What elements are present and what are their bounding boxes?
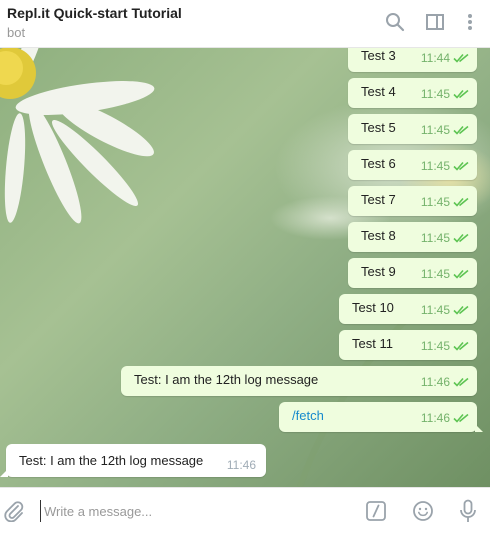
sidebar-toggle-icon[interactable] <box>425 12 445 32</box>
message-time: 11:44 <box>420 51 450 65</box>
outgoing-message[interactable]: Test: I am the 12th log message 11:46 <box>121 366 477 396</box>
read-ticks-icon <box>453 197 469 207</box>
chat-title[interactable]: Repl.it Quick-start Tutorial <box>7 5 182 21</box>
message-time: 11:45 <box>420 231 450 245</box>
chat-header: Repl.it Quick-start Tutorial bot <box>0 0 490 48</box>
microphone-icon[interactable] <box>458 499 478 528</box>
search-icon[interactable] <box>385 12 405 32</box>
read-ticks-icon <box>453 233 469 243</box>
message-text: Test 4 <box>361 84 396 99</box>
message-time: 11:45 <box>420 87 450 101</box>
message-time: 11:46 <box>420 375 450 389</box>
message-text: Test 3 <box>361 48 396 63</box>
outgoing-message[interactable]: /fetch 11:46 <box>279 402 483 432</box>
message-text: Test: I am the 12th log message <box>134 372 319 387</box>
outgoing-message[interactable]: Test 9 11:45 <box>348 258 477 288</box>
more-vert-icon[interactable] <box>460 12 480 32</box>
outgoing-message[interactable]: Test 6 11:45 <box>348 150 477 180</box>
message-list[interactable]: Test 3 11:44 Test 4 11:45 Test 5 11:45 Test 6 1… <box>0 48 490 487</box>
outgoing-message[interactable]: Test 3 11:44 <box>348 48 477 72</box>
read-ticks-icon <box>453 125 469 135</box>
message-time: 11:46 <box>420 411 450 425</box>
outgoing-message[interactable]: Test 10 11:45 <box>339 294 477 324</box>
message-text: Test 7 <box>361 192 396 207</box>
read-ticks-icon <box>453 269 469 279</box>
emoji-icon[interactable] <box>412 500 434 527</box>
incoming-message[interactable]: Test: I am the 12th log message 11:46 <box>0 444 266 477</box>
message-time: 11:45 <box>420 303 450 317</box>
message-text: Test 9 <box>361 264 396 279</box>
message-time: 11:45 <box>420 267 450 281</box>
message-time: 11:45 <box>420 195 450 209</box>
message-text: Test 8 <box>361 228 396 243</box>
message-time: 11:46 <box>226 458 256 472</box>
read-ticks-icon <box>453 53 469 63</box>
message-composer <box>0 487 490 535</box>
bubble-tail <box>0 469 8 477</box>
message-text: Test 5 <box>361 120 396 135</box>
outgoing-message[interactable]: Test 11 11:45 <box>339 330 477 360</box>
message-text: Test 6 <box>361 156 396 171</box>
message-time: 11:45 <box>420 159 450 173</box>
message-text: Test: I am the 12th log message <box>19 453 204 468</box>
chat-subtitle: bot <box>7 25 26 40</box>
bubble-tail <box>475 424 483 432</box>
read-ticks-icon <box>453 377 469 387</box>
outgoing-message[interactable]: Test 7 11:45 <box>348 186 477 216</box>
read-ticks-icon <box>453 341 469 351</box>
outgoing-message[interactable]: Test 8 11:45 <box>348 222 477 252</box>
read-ticks-icon <box>453 305 469 315</box>
message-time: 11:45 <box>420 123 450 137</box>
message-text: Test 10 <box>352 300 394 315</box>
outgoing-message[interactable]: Test 4 11:45 <box>348 78 477 108</box>
attach-icon[interactable] <box>3 500 25 527</box>
read-ticks-icon <box>453 89 469 99</box>
read-ticks-icon <box>453 161 469 171</box>
message-text[interactable]: /fetch <box>292 408 324 423</box>
outgoing-message[interactable]: Test 5 11:45 <box>348 114 477 144</box>
read-ticks-icon <box>453 413 469 423</box>
message-time: 11:45 <box>420 339 450 353</box>
bot-command-icon[interactable] <box>365 500 387 527</box>
message-text: Test 11 <box>352 336 393 351</box>
message-input[interactable] <box>40 500 344 522</box>
